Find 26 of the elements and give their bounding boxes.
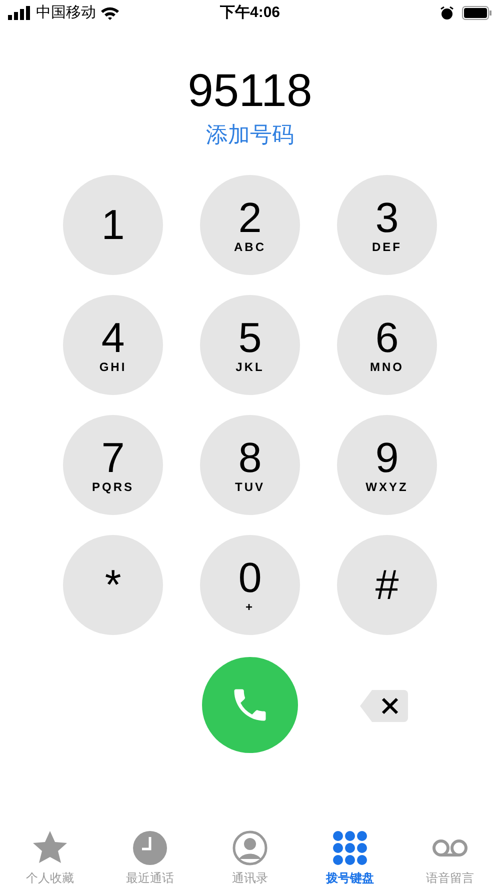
backspace-icon: [360, 690, 408, 722]
alarm-clock-icon: [440, 6, 454, 20]
keypad-key[interactable]: 1: [63, 175, 163, 275]
keypad-key[interactable]: 5 JKL: [200, 295, 300, 395]
add-number-link[interactable]: 添加号码: [206, 120, 294, 150]
clock-icon: [131, 829, 169, 867]
contact-icon: [231, 829, 269, 867]
keypad-key[interactable]: 2 ABC: [200, 175, 300, 275]
keypad-key[interactable]: 8 TUV: [200, 415, 300, 515]
signal-icon: [8, 6, 32, 20]
keypad-key[interactable]: 0 +: [200, 535, 300, 635]
dialed-number: 95118: [188, 64, 312, 116]
wifi-icon: [100, 6, 120, 20]
keypad-key[interactable]: 3 DEF: [337, 175, 437, 275]
keypad-key[interactable]: #: [337, 535, 437, 635]
keypad-key[interactable]: 6 MNO: [337, 295, 437, 395]
keypad-key[interactable]: *: [63, 535, 163, 635]
carrier-name: 中国移动: [36, 2, 96, 23]
battery-icon: [462, 6, 492, 20]
status-time: 下午4:06: [220, 2, 280, 23]
keypad-key[interactable]: 4 GHI: [63, 295, 163, 395]
keypad-key[interactable]: 9 WXYZ: [337, 415, 437, 515]
delete-button[interactable]: [360, 690, 408, 722]
keypad-key[interactable]: 7 PQRS: [63, 415, 163, 515]
tab-bar-item[interactable]: 拨号键盘: [300, 827, 400, 887]
keypad-icon: [331, 829, 369, 867]
